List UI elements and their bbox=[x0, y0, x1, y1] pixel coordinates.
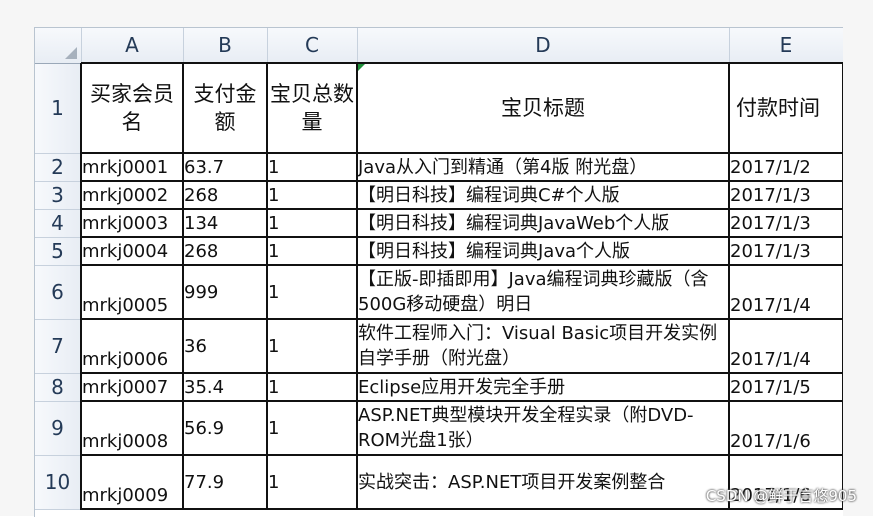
header-cell-amount[interactable]: 支付金额 bbox=[183, 62, 268, 154]
row-header[interactable]: 1 bbox=[35, 63, 82, 154]
cell-amount[interactable]: 36 bbox=[183, 319, 268, 374]
cell-amount[interactable]: 268 bbox=[183, 237, 268, 266]
header-cell-pay-time[interactable]: 付款时间 bbox=[729, 62, 843, 154]
column-header-c[interactable]: C bbox=[267, 28, 358, 64]
cell-pay-time[interactable]: 2017/1/4 bbox=[729, 319, 843, 374]
column-header-b[interactable]: B bbox=[183, 28, 268, 64]
row-header[interactable]: 7 bbox=[35, 319, 82, 374]
cell-buyer[interactable]: mrkj0007 bbox=[80, 373, 184, 402]
cell-title[interactable]: 【明日科技】编程词典JavaWeb个人版 bbox=[357, 209, 730, 238]
cell-buyer[interactable]: mrkj0009 bbox=[80, 455, 184, 510]
cell-title[interactable]: Eclipse应用开发完全手册 bbox=[357, 373, 730, 402]
cell-pay-time[interactable]: 2017/1/6 bbox=[729, 401, 843, 456]
cell-amount[interactable]: 999 bbox=[183, 265, 268, 320]
row-header[interactable]: 9 bbox=[35, 401, 82, 456]
cell-buyer[interactable]: mrkj0001 bbox=[80, 153, 184, 182]
row-header[interactable]: 2 bbox=[35, 153, 82, 182]
table-row: 4 mrkj0003 134 1 【明日科技】编程词典JavaWeb个人版 2017/1/… bbox=[35, 209, 843, 238]
table-row: 5 mrkj0004 268 1 【明日科技】编程词典Java个人版 2017/1/3 bbox=[35, 237, 843, 266]
cell-amount[interactable]: 77.9 bbox=[183, 455, 268, 510]
header-quantity-text: 宝贝总数量 bbox=[270, 82, 354, 134]
watermark: CSDN @鲜于言悠905 bbox=[705, 487, 857, 505]
cell-quantity[interactable]: 1 bbox=[267, 455, 358, 510]
cell-buyer[interactable]: mrkj0008 bbox=[80, 401, 184, 456]
cell-title[interactable]: 【明日科技】编程词典Java个人版 bbox=[357, 237, 730, 266]
cell-quantity[interactable]: 1 bbox=[267, 265, 358, 320]
cell-buyer[interactable]: mrkj0004 bbox=[80, 237, 184, 266]
cell-title[interactable]: 【正版-即插即用】Java编程词典珍藏版（含500G移动硬盘）明日 bbox=[357, 265, 730, 320]
cell-amount[interactable]: 35.4 bbox=[183, 373, 268, 402]
table-row: 6 mrkj0005 999 1 【正版-即插即用】Java编程词典珍藏版（含500G移… bbox=[35, 265, 843, 320]
cell-quantity[interactable]: 1 bbox=[267, 401, 358, 456]
row-header[interactable]: 8 bbox=[35, 373, 82, 402]
table-row: 2 mrkj0001 63.7 1 Java从入门到精通（第4版 附光盘） 2017/1/… bbox=[35, 153, 843, 182]
cell-buyer[interactable]: mrkj0003 bbox=[80, 209, 184, 238]
cell-buyer[interactable]: mrkj0002 bbox=[80, 181, 184, 210]
cell-quantity[interactable]: 1 bbox=[267, 237, 358, 266]
table-row: 9 mrkj0008 56.9 1 ASP.NET典型模块开发全程实录（附DVD-ROM… bbox=[35, 401, 843, 456]
cell-quantity[interactable]: 1 bbox=[267, 209, 358, 238]
cell-pay-time[interactable]: 2017/1/5 bbox=[729, 373, 843, 402]
cell-quantity[interactable]: 1 bbox=[267, 181, 358, 210]
cell-amount[interactable]: 134 bbox=[183, 209, 268, 238]
header-cell-quantity[interactable]: 宝贝总数量 bbox=[267, 62, 358, 154]
cell-pay-time[interactable]: 2017/1/3 bbox=[729, 209, 843, 238]
comment-marker-icon bbox=[358, 65, 365, 71]
table-row: 8 mrkj0007 35.4 1 Eclipse应用开发完全手册 2017/1/5 bbox=[35, 373, 843, 402]
cell-pay-time[interactable]: 2017/1/4 bbox=[729, 265, 843, 320]
cell-amount[interactable]: 268 bbox=[183, 181, 268, 210]
select-all-corner[interactable] bbox=[35, 28, 82, 64]
cell-quantity[interactable]: 1 bbox=[267, 373, 358, 402]
cell-title[interactable]: 【明日科技】编程词典C#个人版 bbox=[357, 181, 730, 210]
cell-title[interactable]: Java从入门到精通（第4版 附光盘） bbox=[357, 153, 730, 182]
data-table: A B C D E 1 买家会员名 支付金额 宝贝总数量 宝贝标题 付款时间 2… bbox=[35, 28, 843, 510]
cell-buyer[interactable]: mrkj0006 bbox=[80, 319, 184, 374]
table-row: 7 mrkj0006 36 1 软件工程师入门：Visual Basic项目开发实例自学… bbox=[35, 319, 843, 374]
cell-pay-time[interactable]: 2017/1/2 bbox=[729, 153, 843, 182]
column-header-e[interactable]: E bbox=[729, 28, 843, 64]
row-header[interactable]: 10 bbox=[35, 455, 82, 510]
cell-quantity[interactable]: 1 bbox=[267, 319, 358, 374]
cell-title[interactable]: ASP.NET典型模块开发全程实录（附DVD-ROM光盘1张） bbox=[357, 401, 730, 456]
table-row: 3 mrkj0002 268 1 【明日科技】编程词典C#个人版 2017/1/3 bbox=[35, 181, 843, 210]
cell-buyer[interactable]: mrkj0005 bbox=[80, 265, 184, 320]
cell-pay-time[interactable]: 2017/1/3 bbox=[729, 237, 843, 266]
cell-pay-time[interactable]: 2017/1/3 bbox=[729, 181, 843, 210]
row-header[interactable]: 3 bbox=[35, 181, 82, 210]
column-header-a[interactable]: A bbox=[81, 28, 184, 64]
header-title-text: 宝贝标题 bbox=[501, 96, 585, 120]
column-header-d[interactable]: D bbox=[357, 28, 730, 64]
select-all-icon bbox=[64, 46, 77, 59]
header-cell-buyer[interactable]: 买家会员名 bbox=[80, 62, 184, 154]
cell-title[interactable]: 软件工程师入门：Visual Basic项目开发实例自学手册（附光盘） bbox=[357, 319, 730, 374]
cell-quantity[interactable]: 1 bbox=[267, 153, 358, 182]
header-cell-title[interactable]: 宝贝标题 bbox=[357, 62, 730, 154]
cell-amount[interactable]: 56.9 bbox=[183, 401, 268, 456]
cell-amount[interactable]: 63.7 bbox=[183, 153, 268, 182]
row-header[interactable]: 5 bbox=[35, 237, 82, 266]
spreadsheet-grid[interactable]: A B C D E 1 买家会员名 支付金额 宝贝总数量 宝贝标题 付款时间 2… bbox=[34, 27, 843, 517]
row-header[interactable]: 6 bbox=[35, 265, 82, 320]
row-header[interactable]: 4 bbox=[35, 209, 82, 238]
screenshot-frame: A B C D E 1 买家会员名 支付金额 宝贝总数量 宝贝标题 付款时间 2… bbox=[0, 0, 873, 517]
cell-title[interactable]: 实战突击：ASP.NET项目开发案例整合 bbox=[357, 455, 730, 510]
